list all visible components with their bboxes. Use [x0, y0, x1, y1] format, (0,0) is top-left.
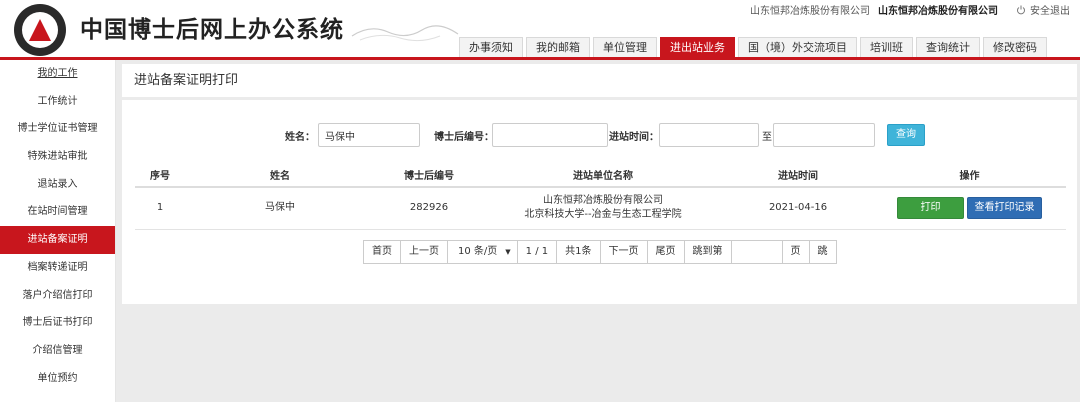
cell-actions: 打印 查看打印记录: [873, 187, 1066, 230]
jump-page-input[interactable]: [730, 240, 783, 264]
sidebar-item-exit-entry[interactable]: 退站录入: [0, 171, 115, 199]
ink-wave-decoration: [351, 25, 459, 42]
nav-tab-mailbox[interactable]: 我的邮箱: [526, 37, 590, 57]
go-button[interactable]: 跳: [808, 240, 837, 264]
power-icon: [1017, 5, 1025, 14]
sidebar-item-special-approval[interactable]: 特殊进站审批: [0, 143, 115, 171]
col-header-name: 姓名: [185, 163, 375, 188]
title-bar: 进站备案证明打印: [122, 64, 1077, 97]
cell-index: 1: [135, 187, 185, 230]
page-size-value: 10 条/页: [458, 246, 498, 257]
table-row: 1 马保中 282926 山东恒邦冶炼股份有限公司 北京科技大学--冶金与生态工…: [135, 187, 1066, 230]
top-right-bar: 山东恒邦冶炼股份有限公司 山东恒邦冶炼股份有限公司 安全退出: [750, 2, 1070, 17]
col-header-postdoc-id: 博士后编号: [375, 163, 483, 188]
col-header-index: 序号: [135, 163, 185, 188]
first-page-button[interactable]: 首页: [363, 240, 401, 264]
results-table: 序号 姓名 博士后编号 进站单位名称 进站时间 操作 1 马保中 282926 …: [135, 163, 1066, 230]
sidebar-item-my-work[interactable]: 我的工作: [0, 60, 115, 88]
nav-tab-unit-management[interactable]: 单位管理: [593, 37, 657, 57]
page-title: 进站备案证明打印: [134, 73, 239, 88]
cell-unit: 山东恒邦冶炼股份有限公司 北京科技大学--冶金与生态工程学院: [483, 187, 723, 230]
page-size-select[interactable]: 10 条/页 ▼: [447, 240, 518, 264]
pagination: 首页 上一页 10 条/页 ▼ 1 / 1 共1条 下一页 尾页 跳到第 页 跳: [363, 240, 837, 264]
name-label: 姓名：: [285, 132, 315, 143]
unit-line-1: 山东恒邦冶炼股份有限公司: [543, 195, 663, 207]
nav-tab-change-password[interactable]: 修改密码: [983, 37, 1047, 57]
page-unit-label: 页: [781, 240, 810, 264]
postdoc-id-label: 博士后编号：: [434, 132, 494, 143]
sidebar-item-work-stats[interactable]: 工作统计: [0, 88, 115, 116]
page-info: 1 / 1: [516, 240, 558, 264]
col-header-actions: 操作: [873, 163, 1066, 188]
main-nav: 办事须知 我的邮箱 单位管理 进出站业务 国（境）外交流项目 培训班 查询统计 …: [459, 37, 1047, 57]
nav-tab-statistics[interactable]: 查询统计: [916, 37, 980, 57]
postdoc-id-input[interactable]: [492, 123, 608, 147]
sidebar-item-entry-certificate[interactable]: 进站备案证明: [0, 226, 115, 254]
name-input[interactable]: [318, 123, 420, 147]
header: 中国博士后网上办公系统 山东恒邦冶炼股份有限公司 山东恒邦冶炼股份有限公司 安全…: [0, 0, 1080, 60]
entry-time-label: 进站时间：: [609, 132, 659, 143]
total-count: 共1条: [556, 240, 601, 264]
sidebar-item-letter-management[interactable]: 介绍信管理: [0, 337, 115, 365]
sidebar-item-residence-letter[interactable]: 落户介绍信打印: [0, 282, 115, 310]
nav-tab-training[interactable]: 培训班: [860, 37, 913, 57]
sidebar-item-degree-certificate[interactable]: 博士学位证书管理: [0, 115, 115, 143]
sidebar-item-archive-transfer[interactable]: 档案转递证明: [0, 254, 115, 282]
search-panel: 姓名： 博士后编号： 进站时间： 至 查询 序号 姓名 博士后编号 进站单位名称…: [122, 100, 1077, 304]
company-name: 山东恒邦冶炼股份有限公司: [750, 6, 870, 17]
nav-tab-notice[interactable]: 办事须知: [459, 37, 523, 57]
jump-to-label: 跳到第: [683, 240, 732, 264]
next-page-button[interactable]: 下一页: [599, 240, 648, 264]
company-name-bold: 山东恒邦冶炼股份有限公司: [878, 6, 998, 17]
col-header-entry-time: 进站时间: [723, 163, 873, 188]
entry-time-from-input[interactable]: [659, 123, 759, 147]
query-button[interactable]: 查询: [887, 124, 925, 146]
sidebar: 我的工作 工作统计 博士学位证书管理 特殊进站审批 退站录入 在站时间管理 进站…: [0, 60, 116, 402]
col-header-unit: 进站单位名称: [483, 163, 723, 188]
print-button[interactable]: 打印: [897, 197, 964, 220]
site-title: 中国博士后网上办公系统: [80, 17, 344, 43]
unit-line-2: 北京科技大学--冶金与生态工程学院: [524, 209, 682, 221]
last-page-button[interactable]: 尾页: [646, 240, 685, 264]
cell-entry-time: 2021-04-16: [723, 187, 873, 230]
logout-label: 安全退出: [1030, 6, 1070, 17]
sidebar-item-unit-appointment[interactable]: 单位预约: [0, 365, 115, 393]
chevron-down-icon: ▼: [505, 248, 511, 256]
entry-time-to-input[interactable]: [773, 123, 875, 147]
date-range-separator: 至: [762, 132, 772, 143]
sidebar-item-time-management[interactable]: 在站时间管理: [0, 198, 115, 226]
logo-icon: [14, 4, 66, 56]
cell-name: 马保中: [185, 187, 375, 230]
table-header-row: 序号 姓名 博士后编号 进站单位名称 进站时间 操作: [135, 163, 1066, 188]
nav-tab-exchange-program[interactable]: 国（境）外交流项目: [738, 37, 857, 57]
prev-page-button[interactable]: 上一页: [400, 240, 448, 264]
logout-link[interactable]: 安全退出: [1016, 2, 1070, 17]
sidebar-item-postdoc-certificate[interactable]: 博士后证书打印: [0, 309, 115, 337]
search-row: 姓名： 博士后编号： 进站时间： 至 查询: [122, 123, 1077, 147]
view-print-record-button[interactable]: 查看打印记录: [967, 197, 1042, 220]
main-content: 进站备案证明打印 姓名： 博士后编号： 进站时间： 至 查询 序号 姓名 博士后…: [116, 60, 1080, 402]
nav-tab-station-business[interactable]: 进出站业务: [660, 37, 735, 57]
cell-postdoc-id: 282926: [375, 187, 483, 230]
